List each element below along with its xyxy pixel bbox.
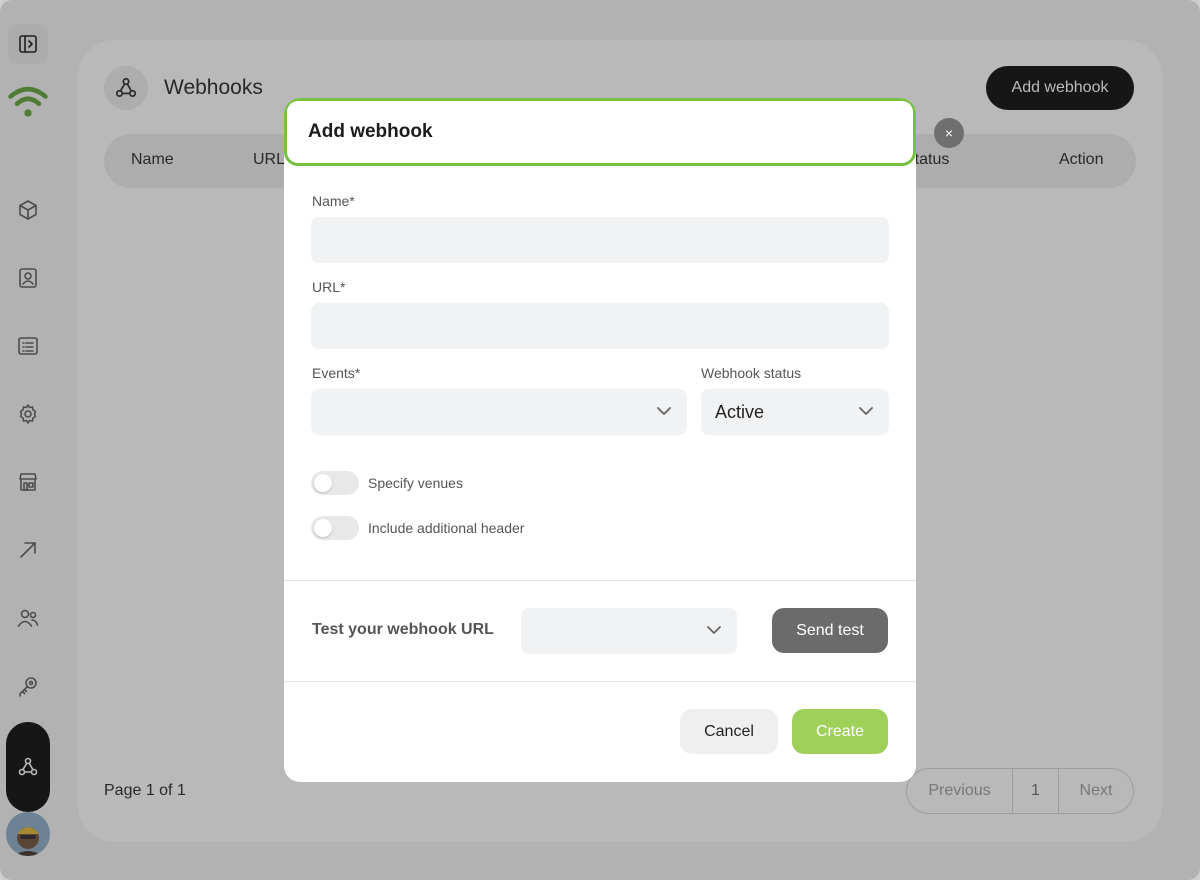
divider xyxy=(284,681,916,682)
test-webhook-label: Test your webhook URL xyxy=(312,621,494,638)
divider xyxy=(284,580,916,581)
chevron-down-icon xyxy=(705,621,723,639)
webhook-status-value: Active xyxy=(715,401,765,422)
additional-header-toggle[interactable] xyxy=(311,516,359,540)
name-input[interactable] xyxy=(311,217,889,263)
close-modal-button[interactable]: × xyxy=(934,118,964,148)
events-label: Events* xyxy=(312,365,361,381)
chevron-down-icon xyxy=(857,402,875,420)
additional-header-row: Include additional header xyxy=(311,516,524,540)
modal-header: Add webhook xyxy=(284,98,916,166)
url-label: URL* xyxy=(312,279,346,295)
url-input[interactable] xyxy=(311,303,889,349)
webhook-status-select[interactable]: Active xyxy=(701,389,889,435)
chevron-down-icon xyxy=(655,402,673,420)
test-event-select[interactable] xyxy=(521,608,737,654)
cancel-button[interactable]: Cancel xyxy=(680,709,778,754)
specify-venues-row: Specify venues xyxy=(311,471,463,495)
modal-title: Add webhook xyxy=(308,121,433,142)
specify-venues-label: Specify venues xyxy=(368,475,463,491)
events-select[interactable] xyxy=(311,389,687,435)
additional-header-label: Include additional header xyxy=(368,520,525,536)
name-label: Name* xyxy=(312,193,355,209)
send-test-button[interactable]: Send test xyxy=(772,608,888,653)
create-button[interactable]: Create xyxy=(792,709,888,754)
webhook-status-label: Webhook status xyxy=(701,365,802,381)
add-webhook-modal: Add webhook Name* URL* Events* Webhook s… xyxy=(284,98,916,782)
specify-venues-toggle[interactable] xyxy=(311,471,359,495)
